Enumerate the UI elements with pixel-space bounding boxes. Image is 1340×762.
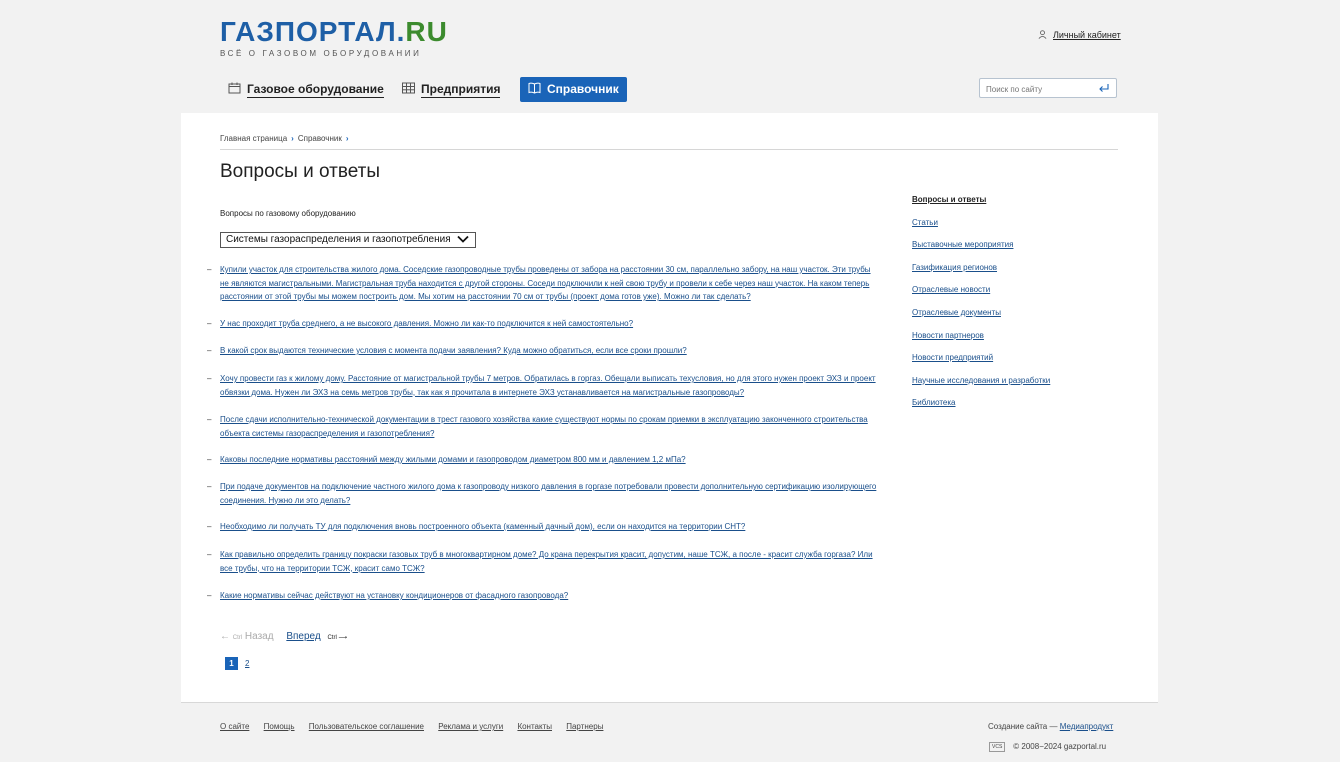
search-input[interactable]: [980, 80, 1102, 99]
sidebar-link[interactable]: Выставочные мероприятия: [912, 240, 1013, 249]
footer-copyright: VCS © 2008−2024 gazportal.ru: [989, 742, 1106, 752]
question-link[interactable]: Как правильно определить границу покраск…: [220, 548, 880, 575]
sidebar-item-exhibitions: Выставочные мероприятия: [912, 240, 1050, 263]
sidebar-nav: Вопросы и ответы Статьи Выставочные меро…: [912, 195, 1050, 421]
footer-link-about[interactable]: О сайте: [220, 722, 249, 731]
question-link[interactable]: Каковы последние нормативы расстояний ме…: [220, 453, 880, 467]
sidebar-item-qa: Вопросы и ответы: [912, 195, 1050, 218]
logo-title: ГАЗПОРТАЛ.RU: [220, 16, 448, 47]
category-select-value: Системы газораспределения и газопотребле…: [226, 234, 451, 245]
sidebar-item-library: Библиотека: [912, 398, 1050, 421]
grid-icon: [402, 82, 415, 94]
site-search: [979, 78, 1117, 99]
question-link[interactable]: Какие нормативы сейчас действуют на уста…: [220, 589, 880, 603]
sidebar-link[interactable]: Газификация регионов: [912, 263, 997, 272]
sidebar-link[interactable]: Библиотека: [912, 398, 956, 407]
pager-next[interactable]: Вперед: [286, 631, 320, 642]
site-logo[interactable]: ГАЗПОРТАЛ.RU ВСЁ О ГАЗОВОМ ОБОРУДОВАНИИ: [220, 16, 448, 59]
sidebar-item-research: Научные исследования и разработки: [912, 376, 1050, 399]
page-number[interactable]: 2: [245, 659, 249, 668]
question-link[interactable]: Необходимо ли получать ТУ для подключени…: [220, 520, 880, 534]
vcs-icon: VCS: [989, 742, 1006, 752]
breadcrumb-divider: [220, 149, 1118, 150]
sidebar-item-industry-docs: Отраслевые документы: [912, 308, 1050, 331]
question-link[interactable]: После сдачи исполнительно-технической до…: [220, 413, 880, 440]
sidebar-link[interactable]: Научные исследования и разработки: [912, 376, 1050, 385]
question-link[interactable]: У нас проходит труба среднего, а не высо…: [220, 317, 880, 331]
sidebar-link[interactable]: Отраслевые новости: [912, 285, 990, 294]
question-link[interactable]: Купили участок для строительства жилого …: [220, 263, 880, 304]
pager: ← Ctrl Назад Вперед Ctrl ⟶: [220, 631, 347, 642]
sidebar-link[interactable]: Новости предприятий: [912, 353, 993, 362]
sidebar-link[interactable]: Отраслевые документы: [912, 308, 1001, 317]
footer-credits: Создание сайта — Медиапродукт: [988, 722, 1113, 731]
footer-links: О сайте Помощь Пользовательское соглашен…: [220, 722, 615, 731]
sidebar-item-partner-news: Новости партнеров: [912, 331, 1050, 354]
nav-reference[interactable]: Справочник: [520, 77, 627, 102]
nav-reference-label: Справочник: [547, 82, 619, 96]
book-icon: [528, 82, 541, 94]
footer-link-partners[interactable]: Партнеры: [566, 722, 603, 731]
nav-enterprises-label: Предприятия: [421, 82, 501, 98]
footer-link-ads[interactable]: Реклама и услуги: [438, 722, 503, 731]
question-link[interactable]: В какой срок выдаются технические услови…: [220, 344, 880, 358]
sidebar-item-gasification: Газификация регионов: [912, 263, 1050, 286]
enter-icon[interactable]: [1098, 82, 1110, 94]
category-select[interactable]: Системы газораспределения и газопотребле…: [220, 232, 476, 248]
pager-next-hint: Ctrl ⟶: [327, 635, 348, 641]
nav-gas-equipment[interactable]: Газовое оборудование: [228, 77, 384, 102]
sidebar-item-company-news: Новости предприятий: [912, 353, 1050, 376]
footer-divider: [181, 702, 1158, 703]
pager-prev: ← Ctrl Назад: [220, 631, 274, 642]
footer-made-label: Создание сайта —: [988, 722, 1058, 731]
personal-cabinet-label: Личный кабинет: [1053, 30, 1121, 40]
page-number-current: 1: [225, 657, 238, 670]
footer-link-agreement[interactable]: Пользовательское соглашение: [309, 722, 424, 731]
sidebar-link[interactable]: Новости партнеров: [912, 331, 984, 340]
footer-link-contacts[interactable]: Контакты: [517, 722, 552, 731]
logo-tagline: ВСЁ О ГАЗОВОМ ОБОРУДОВАНИИ: [220, 49, 422, 58]
breadcrumb-home[interactable]: Главная страница: [220, 134, 287, 143]
personal-cabinet-link[interactable]: Личный кабинет: [1038, 30, 1121, 40]
main-content: Главная страница › Справочник › Вопросы и о…: [181, 113, 1158, 702]
question-link[interactable]: Хочу провести газ к жилому дому. Расстоя…: [220, 372, 880, 399]
sidebar-link[interactable]: Статьи: [912, 218, 938, 227]
question-link[interactable]: При подаче документов на подключение час…: [220, 480, 880, 507]
breadcrumb: Главная страница › Справочник ›: [220, 134, 353, 143]
chevron-down-icon: [457, 235, 469, 243]
page-numbers: 12: [225, 653, 249, 671]
filter-label: Вопросы по газовому оборудованию: [220, 209, 356, 218]
nav-gas-equipment-label: Газовое оборудование: [247, 82, 384, 98]
breadcrumb-chevron-icon: ›: [291, 134, 294, 143]
nav-enterprises[interactable]: Предприятия: [402, 77, 501, 102]
sidebar-link[interactable]: Вопросы и ответы: [912, 195, 986, 204]
footer-link-help[interactable]: Помощь: [264, 722, 295, 731]
page-title: Вопросы и ответы: [220, 161, 381, 182]
sidebar-item-articles: Статьи: [912, 218, 1050, 241]
breadcrumb-chevron-icon: ›: [345, 134, 349, 143]
sidebar-item-industry-news: Отраслевые новости: [912, 285, 1050, 308]
calendar-icon: [228, 82, 241, 94]
user-icon: [1038, 30, 1047, 39]
footer-made-link[interactable]: Медиапродукт: [1060, 722, 1114, 731]
breadcrumb-reference[interactable]: Справочник: [298, 134, 342, 143]
copyright-text: © 2008−2024 gazportal.ru: [1013, 742, 1107, 751]
